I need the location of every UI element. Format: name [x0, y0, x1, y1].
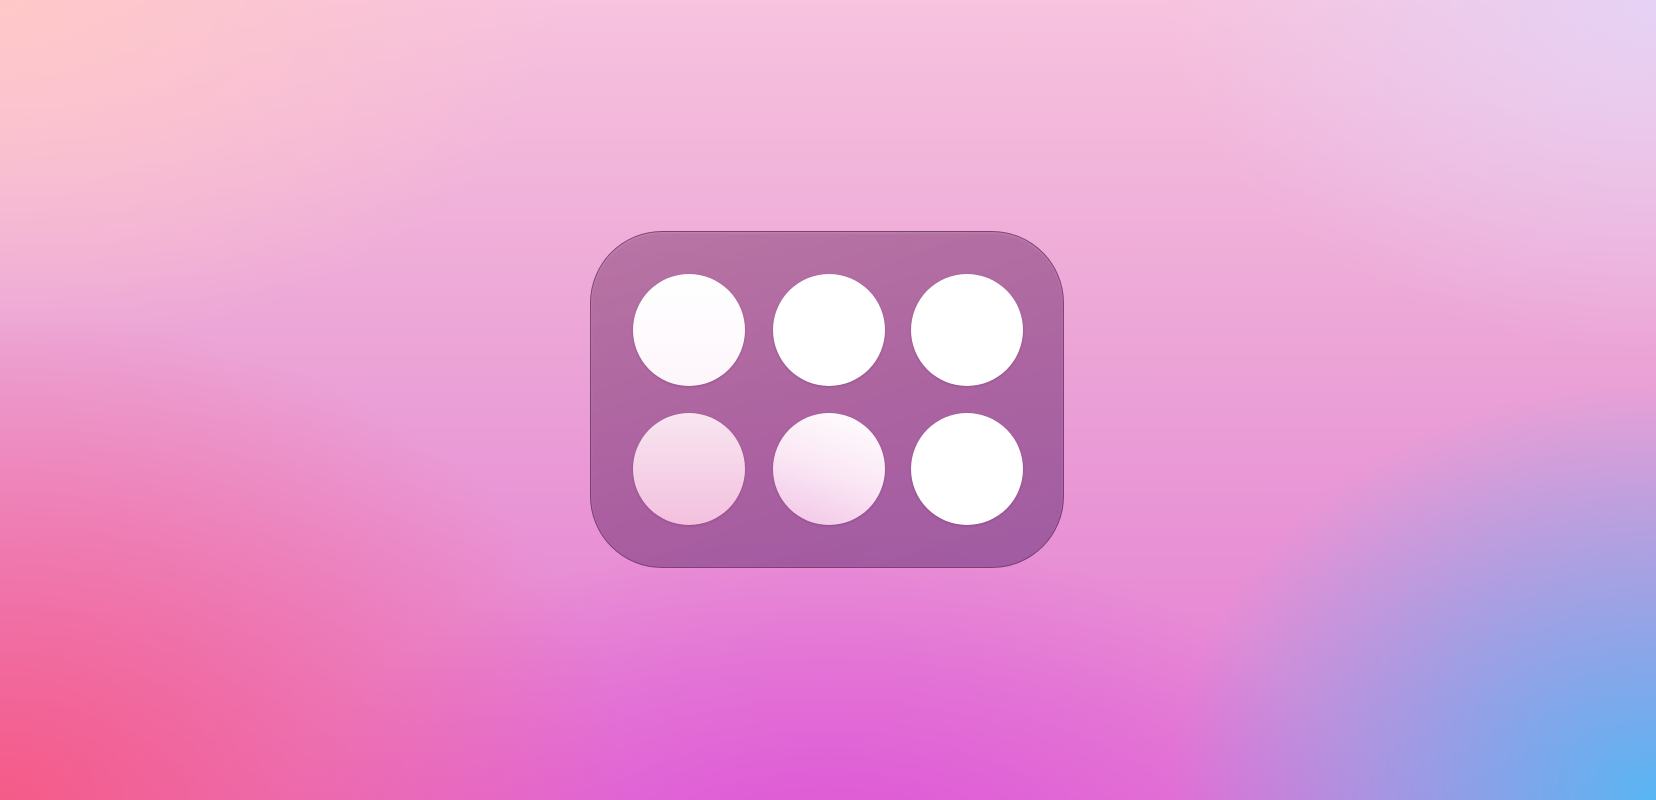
dot-button-6[interactable] — [911, 413, 1023, 525]
dot-button-1[interactable] — [633, 274, 745, 386]
dot-button-5[interactable] — [773, 413, 885, 525]
dot-button-2[interactable] — [773, 274, 885, 386]
dot-grid-widget[interactable] — [590, 231, 1064, 568]
dot-button-4[interactable] — [633, 413, 745, 525]
dot-button-3[interactable] — [911, 274, 1023, 386]
desktop-wallpaper — [0, 0, 1656, 800]
